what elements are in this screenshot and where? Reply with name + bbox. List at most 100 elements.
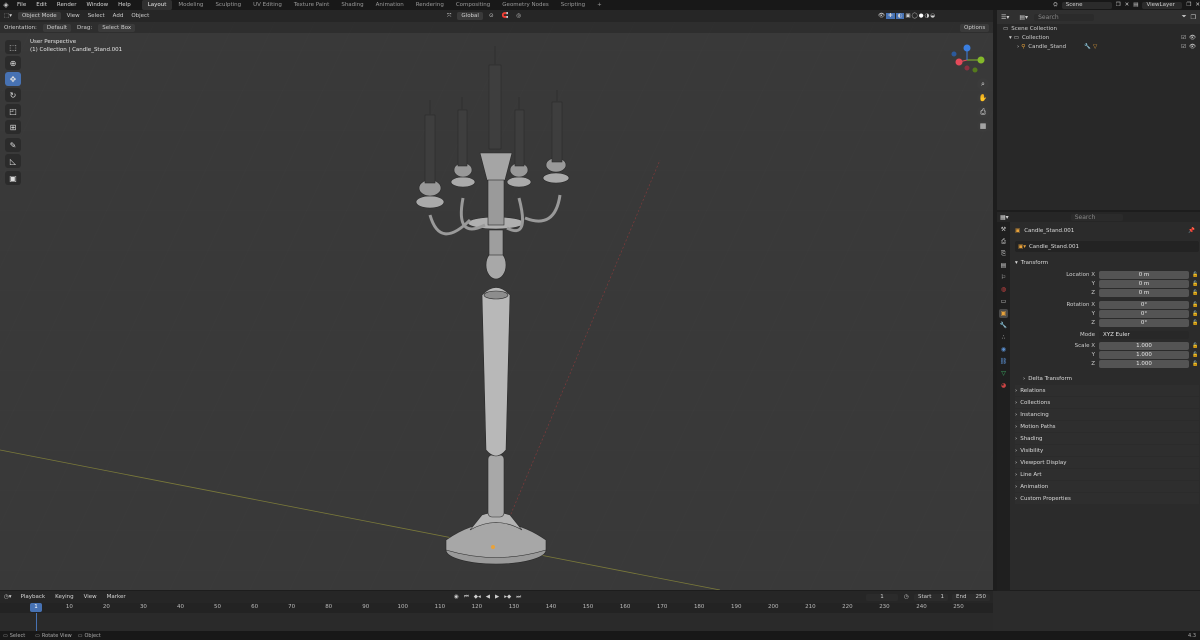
menu-window[interactable]: Window <box>81 2 113 8</box>
rotation-y-field[interactable]: 0° <box>1099 310 1189 318</box>
editor-type-icon[interactable]: ⬚▾ <box>0 13 16 19</box>
new-collection-icon[interactable]: ❐ <box>1191 14 1196 21</box>
jump-start-icon[interactable]: ⏮ <box>464 594 469 601</box>
funnel-icon[interactable]: ⏷ <box>1182 13 1187 21</box>
shading-rendered-icon[interactable]: ◒ <box>930 13 935 19</box>
tab-uv-editing[interactable]: UV Editing <box>247 0 288 10</box>
next-keyframe-icon[interactable]: ▸◆ <box>504 594 511 600</box>
section-collections[interactable]: › Collections <box>1015 397 1199 408</box>
rotation-x-field[interactable]: 0° <box>1099 301 1189 309</box>
output-tab-icon[interactable]: ⎘ <box>999 249 1008 258</box>
section-relations[interactable]: › Relations <box>1015 385 1199 396</box>
list-item[interactable]: ▭ Scene Collection <box>997 24 1200 33</box>
lock-icon[interactable]: 🔓 <box>1192 320 1198 326</box>
pivot-icon[interactable]: ⊙ <box>485 13 498 19</box>
playhead[interactable]: 1 <box>30 603 42 612</box>
snap-icon[interactable]: 🧲 <box>498 13 513 19</box>
lock-icon[interactable]: 🔓 <box>1192 281 1198 287</box>
tab-layout[interactable]: Layout <box>141 0 173 10</box>
options-button[interactable]: Options <box>960 23 990 32</box>
drag-dropdown[interactable]: Select Box <box>98 23 136 32</box>
menu-add[interactable]: Add <box>109 13 128 19</box>
tab-texture-paint[interactable]: Texture Paint <box>288 0 336 10</box>
cursor-tool-icon[interactable]: ⊕ <box>5 56 21 70</box>
close-icon[interactable]: ✕ <box>1195 2 1200 8</box>
material-tab-icon[interactable]: ◕ <box>999 381 1008 390</box>
constraints-tab-icon[interactable]: ⛓ <box>999 357 1008 366</box>
gizmo-icon[interactable]: ✚ <box>885 13 895 19</box>
perspective-toggle-icon[interactable]: ▦ <box>977 120 989 132</box>
section-custom-properties[interactable]: › Custom Properties <box>1015 493 1199 504</box>
scale-x-field[interactable]: 1.000 <box>1099 342 1189 350</box>
menu-render[interactable]: Render <box>52 2 82 8</box>
visibility-icon[interactable]: 👁 <box>878 13 885 19</box>
transform-orientation-selector[interactable]: Global <box>457 12 483 20</box>
camera-view-icon[interactable]: ⎙ <box>977 106 989 118</box>
pan-hand-icon[interactable]: ✋ <box>977 92 989 104</box>
transform-tool-icon[interactable]: ⊞ <box>5 120 21 134</box>
lock-icon[interactable]: 🔓 <box>1192 311 1198 317</box>
zoom-icon[interactable]: ⌕ <box>977 78 989 90</box>
3d-viewport[interactable] <box>0 10 993 590</box>
tab-animation[interactable]: Animation <box>370 0 410 10</box>
menu-select[interactable]: Select <box>84 13 109 19</box>
add-workspace-icon[interactable]: + <box>591 0 608 10</box>
lock-icon[interactable]: 🔓 <box>1192 272 1198 278</box>
editor-type-icon[interactable]: ◷▾ <box>0 594 16 600</box>
close-icon[interactable]: ✕ <box>1125 2 1130 8</box>
lock-icon[interactable]: 🔓 <box>1192 302 1198 308</box>
location-z-field[interactable]: 0 m <box>1099 289 1189 297</box>
copy-icon[interactable]: ❐ <box>1116 2 1121 8</box>
transform-section-header[interactable]: ▾ Transform <box>1015 257 1199 268</box>
view-layer-selector[interactable]: ViewLayer <box>1142 1 1183 9</box>
tab-shading[interactable]: Shading <box>335 0 369 10</box>
eye-icon[interactable]: 👁 <box>1189 35 1196 41</box>
tool-tab-icon[interactable]: ⚒ <box>999 225 1008 234</box>
rotation-mode-dropdown[interactable]: XYZ Euler <box>1099 331 1189 339</box>
menu-view[interactable]: View <box>63 13 84 19</box>
lock-icon[interactable]: 🔓 <box>1192 361 1198 367</box>
editor-type-icon[interactable]: ▦▾ <box>1000 214 1009 221</box>
render-tab-icon[interactable]: ⎙ <box>999 237 1008 246</box>
menu-marker[interactable]: Marker <box>102 594 131 600</box>
start-frame-field[interactable]: Start 1 <box>914 593 948 601</box>
copy-icon[interactable]: ❐ <box>1186 2 1191 8</box>
measure-tool-icon[interactable]: ◺ <box>5 154 21 168</box>
xray-icon[interactable]: ▣ <box>905 13 910 19</box>
world-tab-icon[interactable]: ◍ <box>999 285 1008 294</box>
checkbox-icon[interactable]: ☑ <box>1181 44 1186 50</box>
menu-view[interactable]: View <box>79 594 102 600</box>
tab-geometry-nodes[interactable]: Geometry Nodes <box>496 0 554 10</box>
current-frame-field[interactable]: 1 <box>866 593 898 601</box>
play-reverse-icon[interactable]: ◀ <box>486 594 490 600</box>
record-icon[interactable]: ◉ <box>454 594 459 600</box>
orientation-dropdown[interactable]: Default <box>42 23 72 32</box>
lock-icon[interactable]: 🔓 <box>1192 352 1198 358</box>
move-tool-icon[interactable]: ✥ <box>5 72 21 86</box>
editor-type-icon[interactable]: ☰▾ <box>1001 14 1009 21</box>
blender-logo-icon[interactable]: ◈ <box>0 0 12 10</box>
scale-tool-icon[interactable]: ◰ <box>5 104 21 118</box>
location-y-field[interactable]: 0 m <box>1099 280 1189 288</box>
collection-tab-icon[interactable]: ▭ <box>999 297 1008 306</box>
location-x-field[interactable]: 0 m <box>1099 271 1189 279</box>
section-line-art[interactable]: › Line Art <box>1015 469 1199 480</box>
scene-tab-icon[interactable]: ⚐ <box>999 273 1008 282</box>
chevron-down-icon[interactable]: ▾ <box>1009 35 1012 41</box>
tab-modeling[interactable]: Modeling <box>172 0 209 10</box>
menu-keying[interactable]: Keying <box>50 594 78 600</box>
pin-icon[interactable]: 📌 <box>1188 228 1195 234</box>
play-icon[interactable]: ▶ <box>495 594 499 600</box>
tab-compositing[interactable]: Compositing <box>450 0 496 10</box>
tab-rendering[interactable]: Rendering <box>410 0 450 10</box>
scale-y-field[interactable]: 1.000 <box>1099 351 1189 359</box>
jump-end-icon[interactable]: ⏭ <box>516 594 521 601</box>
physics-tab-icon[interactable]: ◉ <box>999 345 1008 354</box>
object-tab-icon[interactable]: ▣ <box>999 309 1008 318</box>
scene-selector[interactable]: Scene <box>1061 1 1112 9</box>
prev-keyframe-icon[interactable]: ◆◂ <box>474 594 481 600</box>
checkbox-icon[interactable]: ☑ <box>1181 35 1186 41</box>
annotate-tool-icon[interactable]: ✎ <box>5 138 21 152</box>
section-instancing[interactable]: › Instancing <box>1015 409 1199 420</box>
shading-solid-icon[interactable]: ● <box>919 13 924 19</box>
